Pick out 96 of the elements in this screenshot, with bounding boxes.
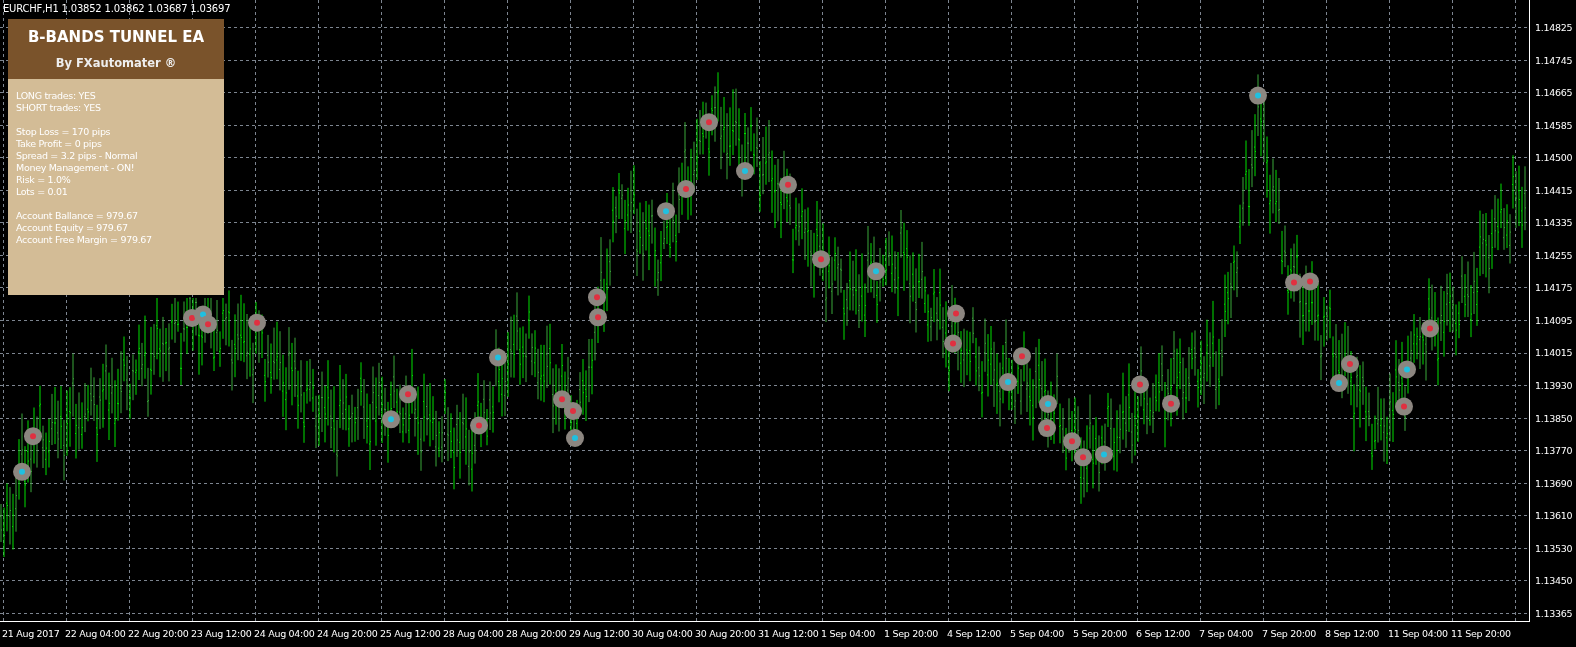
time-label: 30 Aug 04:00 — [632, 627, 694, 641]
panel-title: B-BANDS TUNNEL EA — [27, 27, 205, 49]
trade-marker-icon — [1341, 355, 1359, 373]
trade-marker-icon — [999, 373, 1017, 392]
price-label: 1.14825 — [1534, 22, 1574, 33]
trade-marker-icon — [736, 162, 754, 180]
time-label: 30 Aug 20:00 — [695, 627, 757, 641]
info-line: LONG trades: YES — [16, 90, 97, 102]
info-line: SHORT trades: YES — [16, 102, 102, 114]
trade-marker-icon — [1013, 347, 1031, 366]
price-label: 1.13530 — [1534, 542, 1574, 554]
trade-marker-icon — [657, 202, 675, 221]
time-label: 24 Aug 04:00 — [254, 627, 316, 641]
info-line: Account Equity = 979.67 — [16, 222, 129, 234]
trade-marker-icon — [589, 308, 607, 327]
trade-marker-icon — [1395, 397, 1413, 416]
trade-marker-icon — [248, 313, 266, 332]
time-label: 1 Sep 20:00 — [884, 627, 940, 641]
trade-marker-icon — [779, 175, 797, 194]
trade-marker-icon — [812, 250, 830, 269]
price-label: 1.13365 — [1534, 607, 1574, 619]
time-label: 6 Sep 12:00 — [1136, 627, 1192, 641]
time-label: 28 Aug 04:00 — [443, 627, 505, 641]
info-line: Spread = 3.2 pips - Normal — [16, 150, 139, 162]
trade-marker-icon — [382, 410, 400, 429]
trade-marker-icon — [1038, 419, 1056, 438]
price-label: 1.13690 — [1534, 477, 1574, 489]
trade-marker-icon — [399, 385, 417, 404]
time-label: 11 Sep 20:00 — [1451, 627, 1512, 641]
trade-marker-icon — [564, 402, 582, 420]
time-label: 5 Sep 04:00 — [1010, 627, 1066, 641]
trade-marker-icon — [1249, 86, 1267, 105]
trade-marker-icon — [1131, 375, 1149, 394]
trade-marker-icon — [944, 334, 962, 353]
time-label: 29 Aug 12:00 — [569, 627, 631, 641]
price-label: 1.13450 — [1534, 575, 1574, 587]
chart-header: EURCHF,H1 1.03852 1.03862 1.03687 1.03697 — [3, 2, 231, 16]
price-label: 1.14095 — [1534, 314, 1574, 326]
price-label: 1.13770 — [1534, 445, 1574, 457]
info-line: Risk = 1.0% — [16, 174, 72, 186]
trade-marker-icon — [1039, 395, 1057, 413]
time-label: 25 Aug 12:00 — [380, 627, 442, 641]
info-line: Lots = 0.01 — [16, 186, 69, 198]
time-label: 8 Sep 12:00 — [1325, 627, 1381, 641]
info-line: Take Profit = 0 pips — [16, 138, 103, 150]
time-label: 23 Aug 12:00 — [191, 627, 253, 641]
panel-subtitle: By FXautomater ® — [55, 54, 177, 72]
trade-marker-icon — [553, 390, 571, 409]
time-label: 28 Aug 20:00 — [506, 627, 568, 641]
trade-marker-icon — [1398, 360, 1416, 379]
time-label: 4 Sep 12:00 — [947, 627, 1003, 641]
time-label: 7 Sep 04:00 — [1199, 627, 1255, 641]
trade-marker-icon — [1162, 394, 1180, 413]
trade-marker-icon — [700, 113, 718, 132]
price-label: 1.14665 — [1534, 87, 1574, 99]
time-label: 5 Sep 20:00 — [1073, 627, 1129, 641]
time-label: 24 Aug 20:00 — [317, 627, 379, 641]
price-label: 1.13930 — [1534, 380, 1574, 391]
price-label: 1.13850 — [1534, 412, 1574, 424]
price-label: 1.14175 — [1534, 282, 1574, 294]
trade-marker-icon — [566, 429, 584, 447]
time-label: 7 Sep 20:00 — [1262, 627, 1318, 641]
trade-marker-icon — [867, 262, 885, 281]
time-label: 21 Aug 2017 — [2, 627, 61, 641]
info-line: Account Ballance = 979.67 — [16, 210, 139, 222]
trade-marker-icon — [588, 288, 606, 307]
price-label: 1.14335 — [1534, 217, 1574, 229]
time-label: 11 Sep 04:00 — [1388, 627, 1449, 641]
price-label: 1.14585 — [1534, 119, 1574, 131]
trade-marker-icon — [947, 304, 965, 323]
time-label: 1 Sep 04:00 — [821, 627, 877, 641]
trade-marker-icon — [1074, 448, 1092, 467]
price-label: 1.14015 — [1534, 347, 1574, 359]
trade-marker-icon — [1063, 432, 1081, 451]
time-label: 22 Aug 04:00 — [65, 627, 127, 641]
info-line: Stop Loss = 170 pips — [16, 126, 112, 138]
price-label: 1.14415 — [1534, 184, 1574, 196]
trade-marker-icon — [1285, 273, 1303, 292]
price-label: 1.14745 — [1534, 54, 1574, 66]
trade-marker-icon — [1330, 374, 1348, 393]
trade-marker-icon — [489, 348, 507, 367]
price-label: 1.14255 — [1534, 249, 1574, 261]
time-label: 22 Aug 20:00 — [128, 627, 190, 641]
trade-marker-icon — [13, 462, 31, 481]
trade-marker-icon — [1301, 272, 1319, 291]
price-label: 1.13610 — [1534, 510, 1574, 522]
price-label: 1.14500 — [1534, 152, 1574, 164]
trade-marker-icon — [1095, 445, 1113, 464]
trade-marker-icon — [24, 427, 42, 446]
trade-marker-icon — [199, 315, 217, 334]
time-label: 31 Aug 12:00 — [758, 627, 820, 641]
trade-marker-icon — [677, 180, 695, 198]
info-line: Account Free Margin = 979.67 — [16, 234, 153, 246]
trade-marker-icon — [1421, 319, 1439, 338]
trade-marker-icon — [470, 416, 488, 435]
info-line: Money Management - ON! — [16, 162, 136, 174]
